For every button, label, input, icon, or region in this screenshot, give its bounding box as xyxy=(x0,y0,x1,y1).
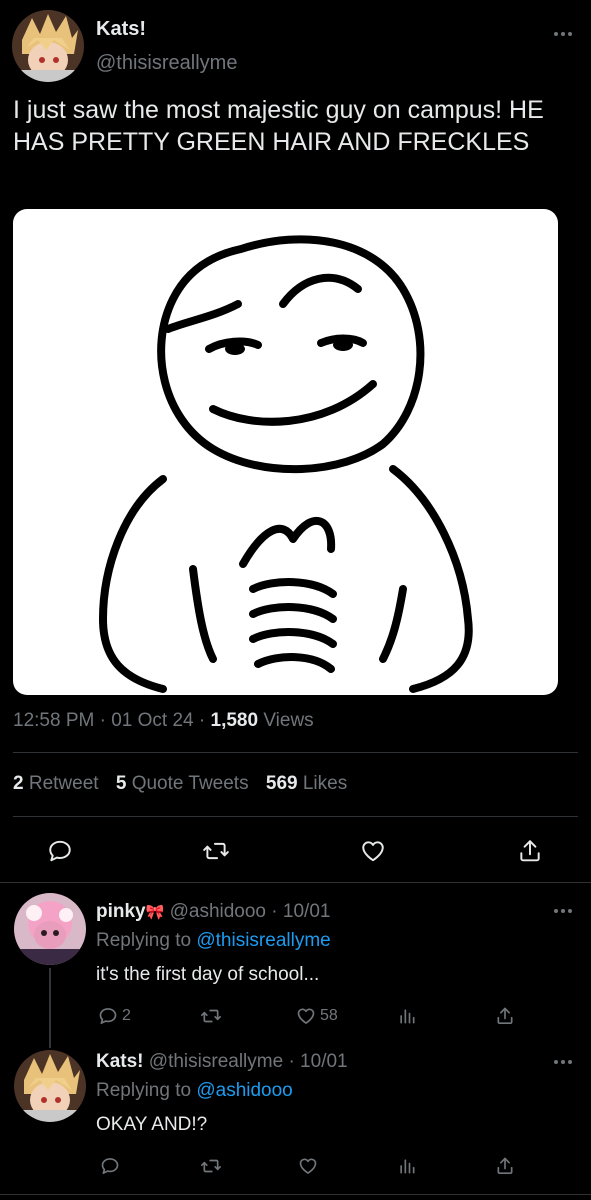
replying-to-handle[interactable]: @ashidooo xyxy=(196,1080,292,1101)
retweet-icon xyxy=(203,842,229,860)
likes-label: Likes xyxy=(302,773,348,794)
avatar-illustration xyxy=(14,893,86,965)
analytics-icon xyxy=(400,1159,415,1174)
like-button[interactable] xyxy=(296,1154,320,1178)
reply-icon xyxy=(99,1008,117,1024)
analytics-icon xyxy=(400,1009,415,1024)
reply-icon xyxy=(49,840,71,862)
more-options-icon[interactable] xyxy=(551,1050,575,1074)
tweet-media-image[interactable] xyxy=(13,209,558,695)
author-name[interactable]: Kats! xyxy=(96,18,146,41)
analytics-button[interactable] xyxy=(395,1004,419,1028)
retweets-stat[interactable]: 2 Retweet xyxy=(13,773,104,794)
reply-header: Kats! @thisisreallyme · 10/01 xyxy=(96,1051,348,1073)
more-options-icon[interactable] xyxy=(551,22,575,46)
like-count: 58 xyxy=(320,1007,338,1024)
tweet-date: 01 Oct 24 xyxy=(111,710,194,731)
reply-author-name[interactable]: Kats! xyxy=(96,1051,144,1072)
share-icon xyxy=(497,1157,513,1174)
replying-to-handle[interactable]: @thisisreallyme xyxy=(196,930,330,951)
reply-author-name[interactable]: pinky xyxy=(96,901,146,922)
divider xyxy=(13,816,578,817)
reply-date: · 10/01 xyxy=(288,1051,348,1072)
heart-icon xyxy=(297,1008,315,1024)
retweet-icon xyxy=(200,1159,221,1173)
quotes-stat[interactable]: 5 Quote Tweets xyxy=(116,773,254,794)
divider xyxy=(0,1194,591,1195)
tweet-meta: 12:58 PM · 01 Oct 24 · 1,580 Views xyxy=(13,710,314,732)
reply-icon xyxy=(101,1158,119,1174)
reply-count: 2 xyxy=(122,1007,131,1024)
likes-count: 569 xyxy=(265,773,298,794)
reply-text: it's the first day of school... xyxy=(96,964,320,985)
quotes-count: 5 xyxy=(115,773,127,794)
meta-separator: · xyxy=(198,710,206,731)
bow-emoji: 🎀 xyxy=(145,904,165,921)
divider xyxy=(13,752,578,753)
replying-to: Replying to @ashidooo xyxy=(96,1080,293,1102)
reply-avatar[interactable] xyxy=(14,893,86,965)
tweet-stats: 2 Retweet 5 Quote Tweets 569 Likes xyxy=(13,773,347,795)
replying-prefix: Replying to xyxy=(96,1080,192,1101)
reply-author-handle[interactable]: @ashidooo xyxy=(170,901,266,922)
retweet-button[interactable] xyxy=(202,838,230,864)
tweet-text: I just saw the most majestic guy on camp… xyxy=(13,96,544,156)
share-icon xyxy=(497,1007,513,1024)
reply-button[interactable] xyxy=(98,1154,122,1178)
author-avatar[interactable] xyxy=(12,10,84,82)
reply-text: OKAY AND!? xyxy=(96,1114,208,1135)
retweet-icon xyxy=(200,1009,221,1023)
reply-button[interactable] xyxy=(47,838,73,864)
thread-line xyxy=(49,968,51,1048)
reply-date: · 10/01 xyxy=(271,901,331,922)
divider xyxy=(0,882,591,883)
meta-separator: · xyxy=(99,710,106,731)
avatar-illustration xyxy=(14,1050,86,1122)
retweets-label: Retweet xyxy=(28,773,99,794)
more-options-icon[interactable] xyxy=(551,899,575,923)
like-button[interactable] xyxy=(359,838,387,864)
quotes-label: Quote Tweets xyxy=(131,773,249,794)
share-button[interactable] xyxy=(517,838,543,864)
author-handle[interactable]: @thisisreallyme xyxy=(96,52,237,75)
share-button[interactable] xyxy=(493,1154,517,1178)
views-count: 1,580 xyxy=(210,710,259,731)
like-button[interactable]: 58 xyxy=(296,1006,338,1026)
reply-header: pinky🎀 @ashidooo · 10/01 xyxy=(96,901,330,923)
retweets-count: 2 xyxy=(13,773,24,794)
heart-icon xyxy=(299,1158,317,1174)
tweet-time: 12:58 PM xyxy=(13,710,95,731)
views-label: Views xyxy=(263,710,314,731)
avatar-illustration xyxy=(12,10,84,82)
analytics-button[interactable] xyxy=(395,1154,419,1178)
likes-stat[interactable]: 569 Likes xyxy=(266,773,347,794)
smug-meme-drawing xyxy=(99,235,473,693)
retweet-button[interactable] xyxy=(199,1004,223,1028)
retweet-button[interactable] xyxy=(199,1154,223,1178)
reply-button[interactable]: 2 xyxy=(98,1006,131,1026)
share-button[interactable] xyxy=(493,1004,517,1028)
share-icon xyxy=(520,840,540,862)
reply-author-handle[interactable]: @thisisreallyme xyxy=(149,1051,283,1072)
reply-avatar[interactable] xyxy=(14,1050,86,1122)
replying-prefix: Replying to xyxy=(96,930,192,951)
replying-to: Replying to @thisisreallyme xyxy=(96,930,331,952)
heart-icon xyxy=(362,841,384,862)
